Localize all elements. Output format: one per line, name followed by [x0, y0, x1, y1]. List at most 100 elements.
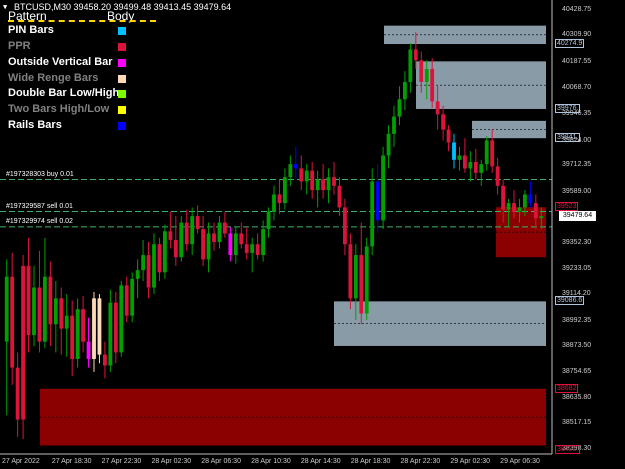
- candle-body: [32, 287, 36, 336]
- candle-body: [64, 315, 69, 329]
- chart-window[interactable]: ▼ BTCUSD,M30 39458.20 39499.48 39413.45 …: [0, 0, 625, 469]
- current-price-label: 39479.64: [559, 211, 596, 222]
- zone-price-label: 39523: [555, 202, 579, 212]
- candle-body: [353, 255, 358, 299]
- candle-body: [512, 203, 516, 212]
- time-tick-label: 27 Apr 22:30: [101, 458, 142, 465]
- candle-body: [539, 216, 544, 219]
- candle-body: [152, 244, 156, 288]
- legend-header-underline: [8, 20, 156, 22]
- candle-body: [495, 166, 500, 186]
- candle-body: [179, 222, 184, 258]
- candle-body: [321, 179, 325, 191]
- candle-body: [113, 302, 118, 353]
- candle-body: [419, 60, 424, 82]
- price-tick-label: 38635.80: [562, 393, 592, 401]
- order-label-sell-2[interactable]: #197329974 sell 0.02: [6, 218, 73, 225]
- candle-body: [10, 276, 15, 368]
- candle-body: [386, 133, 391, 156]
- time-tick-label: 29 Apr 06:30: [500, 458, 540, 465]
- legend-item-pin-bars: PIN Bars: [8, 24, 126, 38]
- price-tick-label: 38754.65: [562, 368, 592, 376]
- chart-menu-icon[interactable]: ▼: [3, 3, 7, 11]
- candle-body: [92, 298, 96, 359]
- candle-body: [119, 285, 124, 353]
- price-tick-label: 39352.30: [562, 238, 592, 246]
- candle-body: [528, 194, 533, 204]
- candle-body: [130, 278, 135, 316]
- candle-body: [233, 233, 238, 256]
- candle-body: [48, 276, 53, 325]
- candle-body: [261, 229, 265, 256]
- legend-label: PPR: [8, 40, 31, 52]
- candle-body: [484, 140, 489, 165]
- legend-label: Two Bars High/Low: [8, 103, 110, 115]
- candle-body: [283, 177, 287, 204]
- candle-body: [413, 49, 418, 61]
- candle-body: [168, 231, 173, 240]
- legend-swatch: [118, 27, 126, 35]
- candle-body: [375, 181, 380, 221]
- candle-body: [293, 164, 298, 169]
- candle-body: [228, 233, 233, 256]
- price-tick-label: 40068.70: [562, 83, 592, 91]
- candle-body: [141, 255, 145, 271]
- legend-item-two-bars: Two Bars High/Low: [8, 103, 126, 117]
- time-tick-label: 28 Apr 14:30: [300, 458, 341, 465]
- candle-body: [381, 155, 385, 221]
- order-label-buy[interactable]: #197328303 buy 0.01: [6, 171, 74, 178]
- zone-price-label: 39976.: [555, 103, 581, 113]
- candle-body: [326, 177, 331, 191]
- candle-body: [523, 194, 527, 208]
- legend-swatch: [118, 75, 126, 83]
- candle-body: [195, 216, 200, 230]
- candle-body: [173, 239, 178, 258]
- zone-price-label: 38400.: [555, 444, 581, 454]
- legend-item-ppr: PPR: [8, 40, 126, 54]
- candle-body: [97, 298, 102, 355]
- legend-item-wide-range-bars: Wide Renge Bars: [8, 72, 126, 86]
- candle-body: [517, 207, 522, 212]
- candle-body: [533, 203, 538, 219]
- candle-body: [457, 155, 462, 160]
- legend-label: PIN Bars: [8, 24, 54, 36]
- candle-body: [124, 285, 129, 316]
- price-tick-label: 39712.35: [562, 160, 592, 168]
- candle-body: [217, 222, 222, 243]
- order-label-sell-1[interactable]: #197329587 sell 0.01: [6, 203, 73, 210]
- candle-body: [359, 255, 364, 314]
- candle-body: [299, 168, 304, 182]
- candle-body: [304, 170, 309, 182]
- candle-body: [397, 99, 402, 117]
- zone-price-label: 38682: [555, 383, 579, 393]
- candle-body: [244, 244, 249, 253]
- price-tick-label: 40309.90: [562, 31, 592, 39]
- candle-body: [184, 222, 189, 245]
- candle-body: [26, 265, 31, 336]
- time-tick-label: 28 Apr 18:30: [350, 458, 391, 465]
- legend-label: Outside Vertical Bar: [8, 56, 113, 68]
- candle-body: [288, 164, 293, 178]
- time-tick-label: 29 Apr 02:30: [450, 458, 491, 465]
- legend-label: Double Bar Low/High: [8, 87, 120, 99]
- price-tick-label: 39233.05: [562, 264, 592, 272]
- candle-body: [441, 114, 445, 130]
- price-tick-label: 39589.00: [562, 187, 592, 195]
- candle-body: [70, 315, 75, 359]
- candle-body: [468, 161, 473, 169]
- price-tick-label: 40187.55: [562, 57, 592, 65]
- zone-price-label: 40274.9: [555, 39, 585, 49]
- price-chart[interactable]: [0, 0, 625, 469]
- time-tick-label: 27 Apr 2022: [2, 458, 40, 465]
- candle-body: [190, 216, 195, 245]
- price-tick-label: 38873.50: [562, 342, 592, 350]
- candle-body: [37, 287, 42, 342]
- candle-body: [53, 298, 58, 325]
- zone-price-label: 39086.6: [555, 296, 585, 306]
- candle-body: [266, 211, 271, 230]
- candle-body: [21, 265, 25, 420]
- time-tick-label: 28 Apr 22:30: [400, 458, 441, 465]
- candle-body: [86, 341, 91, 359]
- order-lines-layer: [0, 179, 552, 228]
- legend-swatch: [118, 106, 126, 114]
